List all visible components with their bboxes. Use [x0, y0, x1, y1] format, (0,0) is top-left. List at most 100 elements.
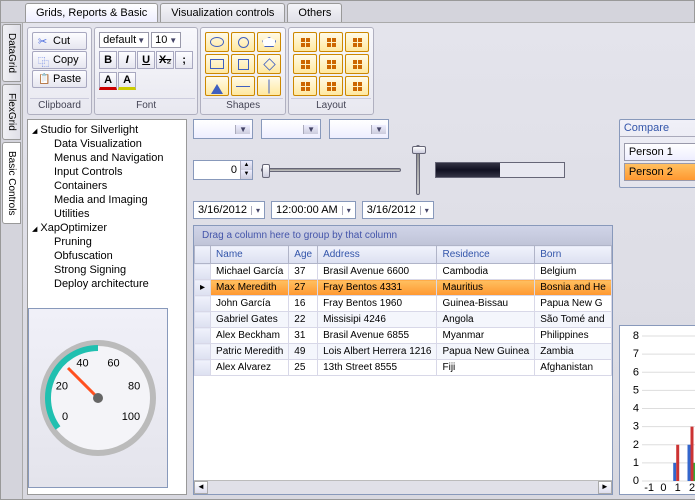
cell[interactable]: Michael García [211, 264, 289, 280]
cell[interactable]: 27 [289, 280, 318, 296]
tree-item[interactable]: Obfuscation [28, 249, 186, 263]
cell[interactable]: Patric Meredith [211, 344, 289, 360]
h-slider[interactable] [261, 161, 401, 179]
highlight-button[interactable]: A [118, 72, 136, 90]
cell[interactable]: Lois Albert Herrera 1216 [318, 344, 437, 360]
vslider-thumb[interactable] [412, 146, 426, 154]
cell[interactable]: 31 [289, 328, 318, 344]
tree-item[interactable]: Input Controls [28, 165, 186, 179]
sidetab-datagrid[interactable]: DataGrid [2, 24, 21, 82]
cell[interactable]: Alex Beckham [211, 328, 289, 344]
tree-item[interactable]: Containers [28, 179, 186, 193]
cell[interactable]: Alex Alvarez [211, 360, 289, 376]
shape-triangle[interactable] [205, 76, 229, 96]
layout-option[interactable] [319, 54, 343, 74]
cell[interactable]: Gabriel Gates [211, 312, 289, 328]
cell[interactable]: 37 [289, 264, 318, 280]
cell[interactable]: Angola [437, 312, 535, 328]
cell[interactable]: Papua New Guinea [437, 344, 535, 360]
tree-item[interactable]: XapOptimizer [28, 221, 186, 235]
date-picker-2[interactable]: 3/16/2012▾ [362, 201, 434, 219]
paste-button[interactable]: Paste [32, 70, 87, 88]
column-header[interactable]: Name [211, 246, 289, 264]
row-header[interactable]: ▸ [195, 280, 211, 296]
layout-option[interactable] [319, 76, 343, 96]
sidetab-basic[interactable]: Basic Controls [2, 142, 21, 224]
tree-item[interactable]: Pruning [28, 235, 186, 249]
shape-ellipse[interactable] [205, 32, 229, 52]
sidetab-flexgrid[interactable]: FlexGrid [2, 84, 21, 140]
column-header[interactable]: Born [535, 246, 612, 264]
row-header[interactable] [195, 360, 211, 376]
shape-vline[interactable] [257, 76, 281, 96]
shape-pentagon[interactable] [257, 32, 281, 52]
cell[interactable]: Fray Bentos 4331 [318, 280, 437, 296]
cell[interactable]: São Tomé and [535, 312, 612, 328]
tree-item[interactable]: Menus and Navigation [28, 151, 186, 165]
cut-button[interactable]: Cut [32, 32, 87, 50]
cell[interactable]: 22 [289, 312, 318, 328]
spin-down[interactable]: ▼ [240, 170, 252, 179]
tree-item[interactable]: Media and Imaging [28, 193, 186, 207]
layout-option[interactable] [293, 54, 317, 74]
spin-up[interactable]: ▲ [240, 161, 252, 170]
calendar-icon[interactable]: ▾ [420, 206, 429, 215]
v-slider[interactable] [409, 145, 427, 195]
group-bar[interactable]: Drag a column here to group by that colu… [194, 226, 612, 245]
layout-option[interactable] [345, 76, 369, 96]
cell[interactable]: Cambodia [437, 264, 535, 280]
fontcolor-button[interactable]: A [99, 72, 117, 90]
cell[interactable]: Bosnia and He [535, 280, 612, 296]
cell[interactable]: Philippines [535, 328, 612, 344]
row-header[interactable] [195, 264, 211, 280]
shape-circle[interactable] [231, 32, 255, 52]
cell[interactable]: 13th Street 8555 [318, 360, 437, 376]
cell[interactable]: Guinea-Bissau [437, 296, 535, 312]
h-scrollbar[interactable]: ◄► [194, 480, 612, 494]
cell[interactable]: Max Meredith [211, 280, 289, 296]
combo-2[interactable]: ▼ [261, 119, 321, 139]
calendar-icon[interactable]: ▾ [251, 206, 260, 215]
tab-visualization[interactable]: Visualization controls [160, 3, 285, 22]
cell[interactable]: Afghanistan [535, 360, 612, 376]
strike-button[interactable]: X₂ [156, 51, 174, 69]
tree-item[interactable]: Data Visualization [28, 137, 186, 151]
shape-square[interactable] [231, 54, 255, 74]
time-picker[interactable]: 12:00:00 AM▾ [271, 201, 356, 219]
cell[interactable]: Missisipi 4246 [318, 312, 437, 328]
row-header[interactable] [195, 296, 211, 312]
shape-rhombus[interactable] [257, 54, 281, 74]
shape-line[interactable] [231, 76, 255, 96]
cell[interactable]: Brasil Avenue 6855 [318, 328, 437, 344]
cell[interactable]: John García [211, 296, 289, 312]
italic-button[interactable]: I [118, 51, 136, 69]
column-header[interactable]: Address [318, 246, 437, 264]
tree-item[interactable]: Strong Signing [28, 263, 186, 277]
cell[interactable]: Brasil Avenue 6600 [318, 264, 437, 280]
cell[interactable]: 49 [289, 344, 318, 360]
tree-item[interactable]: Utilities [28, 207, 186, 221]
tab-grids[interactable]: Grids, Reports & Basic [25, 3, 158, 22]
time-dropdown[interactable]: ▾ [342, 206, 351, 215]
cell[interactable]: 16 [289, 296, 318, 312]
layout-option[interactable] [293, 32, 317, 52]
script-button[interactable]: ; [175, 51, 193, 69]
layout-option[interactable] [319, 32, 343, 52]
layout-option[interactable] [345, 32, 369, 52]
compare-item-1[interactable]: Person 1⌄ [624, 143, 695, 161]
font-family-select[interactable]: default▼ [99, 32, 149, 48]
tab-others[interactable]: Others [287, 3, 342, 22]
column-header[interactable]: Age [289, 246, 318, 264]
slider-thumb[interactable] [262, 164, 270, 178]
tree-item[interactable]: Studio for Silverlight [28, 123, 186, 137]
column-header[interactable]: Residence [437, 246, 535, 264]
cell[interactable]: 25 [289, 360, 318, 376]
compare-item-2[interactable]: Person 2⌃ [624, 163, 695, 181]
cell[interactable]: Zambia [535, 344, 612, 360]
row-header[interactable] [195, 328, 211, 344]
row-header[interactable] [195, 344, 211, 360]
numeric-spinner[interactable]: 0▲▼ [193, 160, 253, 180]
combo-3[interactable]: ▼ [329, 119, 389, 139]
underline-button[interactable]: U [137, 51, 155, 69]
data-grid[interactable]: Drag a column here to group by that colu… [193, 225, 613, 495]
